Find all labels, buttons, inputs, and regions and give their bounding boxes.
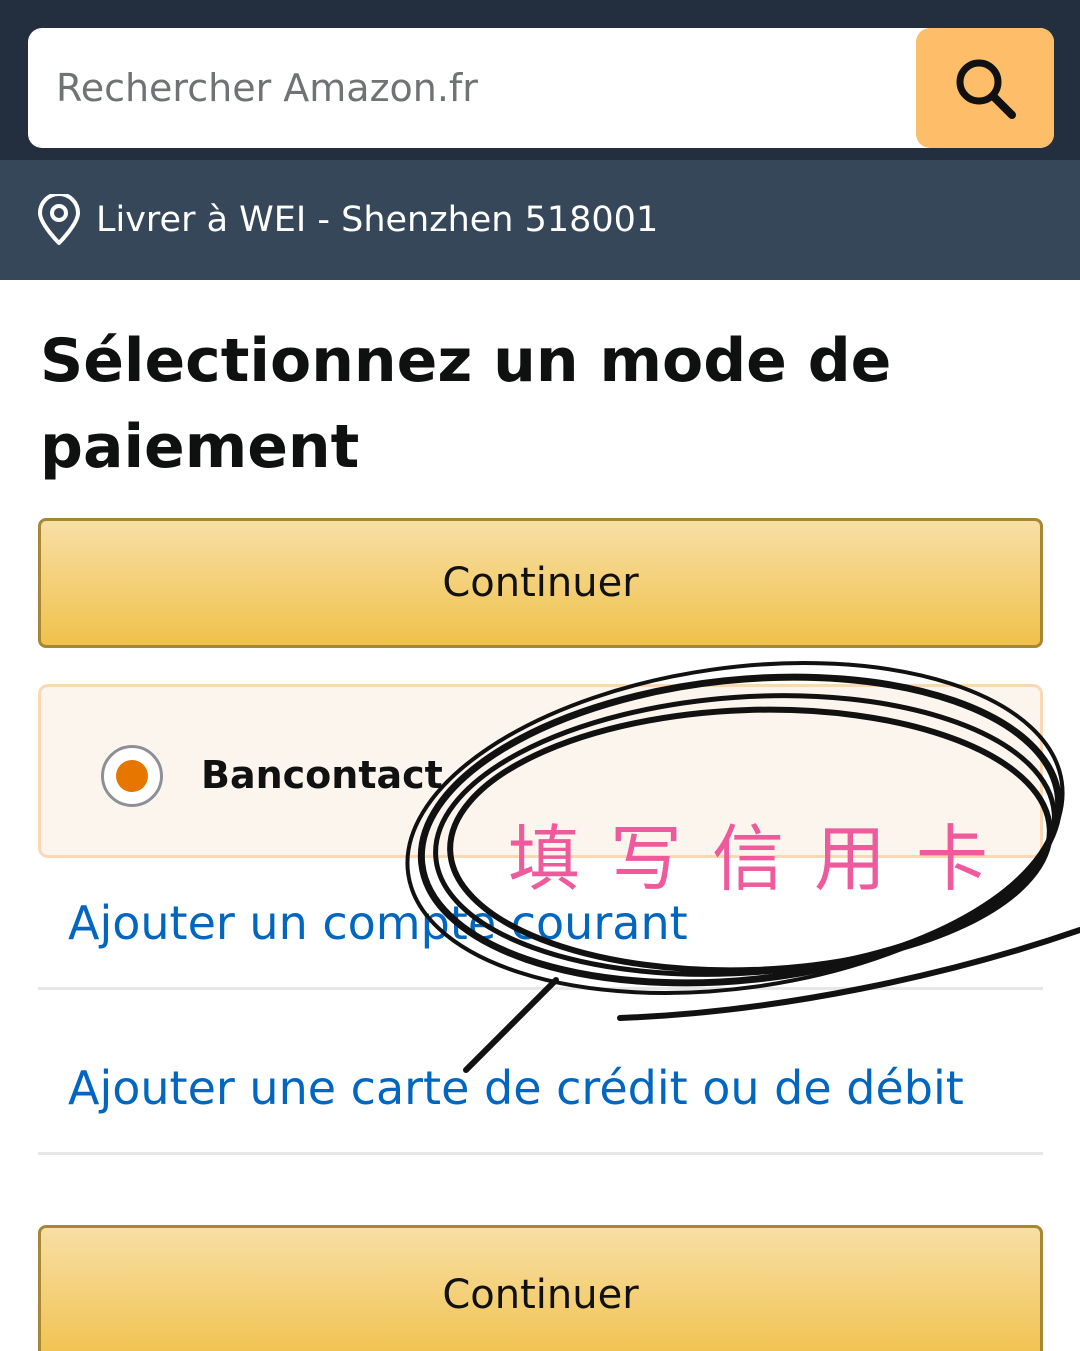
- continue-button-label: Continuer: [442, 560, 639, 606]
- search-icon: [956, 59, 1016, 119]
- delivery-address-text: Livrer à WEI - Shenzhen 518001: [96, 200, 659, 240]
- header-bar: [0, 0, 1080, 160]
- delivery-location-bar[interactable]: Livrer à WEI - Shenzhen 518001: [0, 160, 1080, 280]
- add-card-row: Ajouter une carte de crédit ou de débit: [38, 995, 1043, 1155]
- search-input[interactable]: [28, 28, 916, 148]
- payment-option-label: Bancontact: [201, 753, 443, 797]
- annotation-text: 填写信用卡: [508, 817, 1019, 901]
- continue-button-label: Continuer: [442, 1272, 639, 1318]
- continue-button-bottom[interactable]: Continuer: [38, 1225, 1043, 1351]
- payment-selection-screen: Livrer à WEI - Shenzhen 518001 Sélection…: [0, 0, 1080, 1351]
- search-button[interactable]: [916, 28, 1054, 148]
- location-pin-icon: [38, 194, 80, 245]
- continue-button-top[interactable]: Continuer: [38, 518, 1043, 648]
- payment-radio[interactable]: [101, 745, 163, 807]
- radio-selected-dot: [116, 760, 148, 792]
- page-title: Sélectionnez un mode de paiement: [40, 326, 892, 482]
- add-card-link[interactable]: Ajouter une carte de crédit ou de débit: [68, 1061, 964, 1115]
- search-box: [28, 28, 1054, 148]
